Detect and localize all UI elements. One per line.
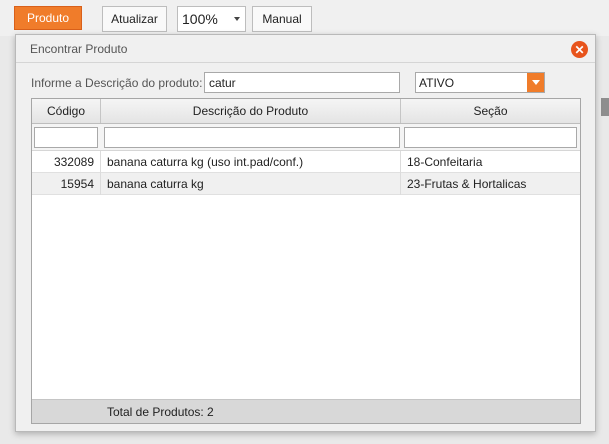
produto-button[interactable]: Produto — [14, 6, 82, 30]
search-label: Informe a Descrição do produto: — [31, 76, 203, 90]
chevron-down-icon — [531, 80, 540, 85]
dialog-header: Encontrar Produto — [16, 35, 595, 63]
chevron-down-icon — [234, 17, 240, 21]
filter-descricao-input[interactable] — [104, 127, 400, 148]
zoom-select[interactable]: 100% — [177, 6, 246, 32]
top-toolbar: Produto Atualizar 100% Manual — [0, 0, 609, 36]
total-products-text: Total de Produtos: 2 — [107, 404, 214, 419]
cell-descricao: banana caturra kg — [101, 173, 401, 195]
cell-secao: 23-Frutas & Hortalicas — [407, 177, 527, 191]
dialog-title: Encontrar Produto — [30, 41, 128, 56]
zoom-value: 100% — [182, 11, 218, 27]
table-footer: Total de Produtos: 2 — [32, 399, 580, 423]
status-value: ATIVO — [419, 75, 455, 90]
column-header-descricao[interactable]: Descrição do Produto — [101, 99, 401, 123]
manual-button[interactable]: Manual — [252, 6, 312, 32]
dropdown-button[interactable] — [527, 73, 544, 92]
filter-secao-input[interactable] — [404, 127, 577, 148]
table-row[interactable]: 15954 banana caturra kg 23-Frutas & Hort… — [32, 173, 580, 195]
status-select[interactable]: ATIVO — [415, 72, 545, 93]
filter-codigo-input[interactable] — [34, 127, 98, 148]
cell-codigo: 332089 — [32, 151, 101, 173]
close-icon[interactable]: ✕ — [571, 41, 588, 58]
atualizar-button[interactable]: Atualizar — [102, 6, 167, 32]
filter-row — [32, 124, 580, 151]
table-header: Código Descrição do Produto Seção — [32, 99, 580, 124]
cell-secao: 18-Confeitaria — [407, 155, 483, 169]
cell-descricao: banana caturra kg (uso int.pad/conf.) — [101, 151, 401, 173]
column-header-secao[interactable]: Seção — [401, 99, 580, 123]
find-product-dialog: Encontrar Produto ✕ Informe a Descrição … — [15, 34, 596, 432]
products-table: Código Descrição do Produto Seção 332089… — [31, 98, 581, 424]
column-header-codigo[interactable]: Código — [32, 99, 101, 123]
table-row[interactable]: 332089 banana caturra kg (uso int.pad/co… — [32, 151, 580, 173]
cell-codigo: 15954 — [32, 173, 101, 195]
background-scroll-marker — [601, 98, 609, 116]
search-input[interactable] — [204, 72, 400, 93]
